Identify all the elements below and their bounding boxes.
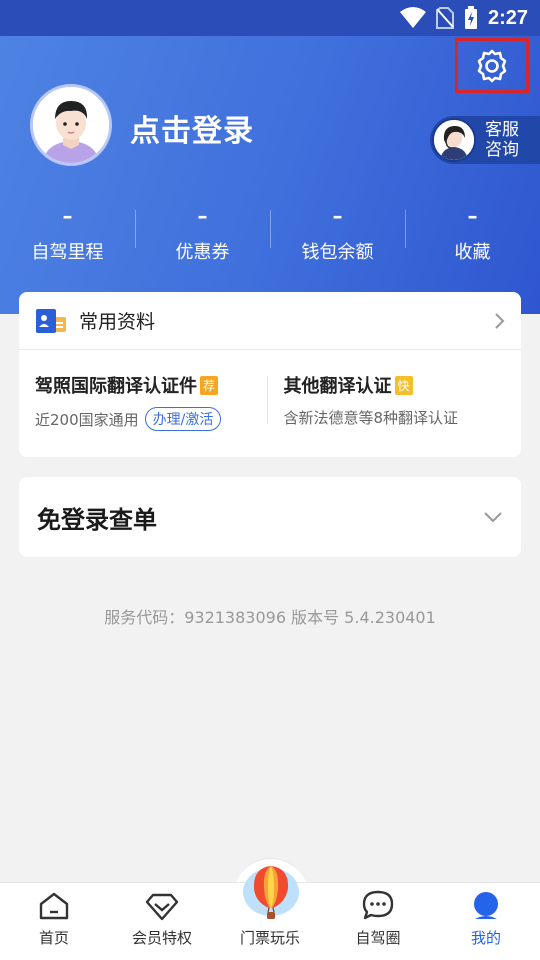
tab-label: 首页 — [38, 929, 69, 947]
stat-value: – — [62, 204, 73, 228]
service-info: 服务代码：9321383096 版本号 5.4.230401 — [104, 608, 436, 627]
id-card-icon — [36, 308, 66, 333]
stats-row: – 自驾里程 – 优惠券 – 钱包余额 – 收藏 — [0, 204, 540, 274]
stat-label: 收藏 — [454, 242, 491, 263]
stat-value: – — [197, 204, 208, 228]
battery-charging-icon — [464, 6, 477, 29]
fast-badge: 快 — [394, 375, 413, 395]
stat-label: 优惠券 — [175, 242, 230, 263]
settings-button[interactable] — [455, 38, 529, 93]
common-info-card: 常用资料 驾照国际翻译认证件 荐 近200国家通用 办理/激活 其他翻译认证 快… — [19, 292, 521, 457]
recommend-badge: 荐 — [200, 375, 219, 395]
no-sim-icon — [435, 7, 454, 29]
query-title: 免登录查单 — [37, 505, 157, 534]
other-translation-item[interactable]: 其他翻译认证 快 含新法德意等8种翻译认证 — [284, 372, 506, 431]
tab-community[interactable]: 自驾圈 — [324, 883, 432, 960]
stat-value: – — [332, 204, 343, 228]
home-icon — [39, 892, 69, 920]
tab-label: 门票玩乐 — [239, 929, 300, 947]
stat-mileage[interactable]: – 自驾里程 — [0, 204, 135, 274]
avatar-illustration — [33, 87, 109, 163]
tab-mine[interactable]: 我的 — [432, 883, 540, 960]
stat-value: – — [467, 204, 478, 228]
tab-label: 会员特权 — [131, 929, 192, 947]
user-icon — [474, 892, 498, 919]
tab-membership[interactable]: 会员特权 — [108, 883, 216, 960]
tab-home[interactable]: 首页 — [0, 883, 108, 960]
tab-label: 自驾圈 — [355, 929, 401, 947]
gear-icon — [477, 49, 507, 82]
common-info-title: 常用资料 — [79, 311, 156, 333]
chevron-right-icon — [495, 312, 505, 329]
guest-order-query[interactable]: 免登录查单 — [19, 477, 521, 557]
stat-label: 钱包余额 — [301, 242, 374, 263]
balloon-icon — [243, 866, 299, 919]
divider — [266, 376, 268, 424]
customer-service-button[interactable]: 客服 咨询 — [430, 116, 540, 164]
activate-button[interactable]: 办理/激活 — [144, 407, 222, 431]
item-title: 其他翻译认证 — [283, 376, 392, 397]
customer-service-label-1: 客服 — [485, 120, 519, 140]
avatar[interactable] — [30, 84, 112, 166]
agent-avatar-icon — [432, 118, 476, 162]
stat-favorites[interactable]: – 收藏 — [405, 204, 540, 274]
item-title: 驾照国际翻译认证件 — [35, 376, 197, 397]
common-info-header[interactable]: 常用资料 — [19, 292, 521, 350]
login-prompt[interactable]: 点击登录 — [130, 106, 254, 150]
chevron-down-icon — [484, 512, 502, 523]
stat-wallet[interactable]: – 钱包余额 — [270, 204, 405, 274]
item-subtitle: 含新法德意等8种翻译认证 — [283, 409, 459, 427]
stat-coupons[interactable]: – 优惠券 — [135, 204, 270, 274]
license-translation-item[interactable]: 驾照国际翻译认证件 荐 近200国家通用 办理/激活 — [35, 372, 257, 431]
status-time: 2:27 — [487, 6, 528, 29]
stat-label: 自驾里程 — [31, 242, 104, 263]
customer-service-label-2: 咨询 — [485, 140, 519, 160]
wifi-icon — [399, 7, 426, 28]
chat-bubble-icon — [362, 890, 394, 920]
status-bar: 2:27 — [0, 0, 540, 36]
item-subtitle: 近200国家通用 — [35, 410, 139, 429]
diamond-icon — [145, 893, 179, 921]
tab-label: 我的 — [470, 929, 501, 947]
